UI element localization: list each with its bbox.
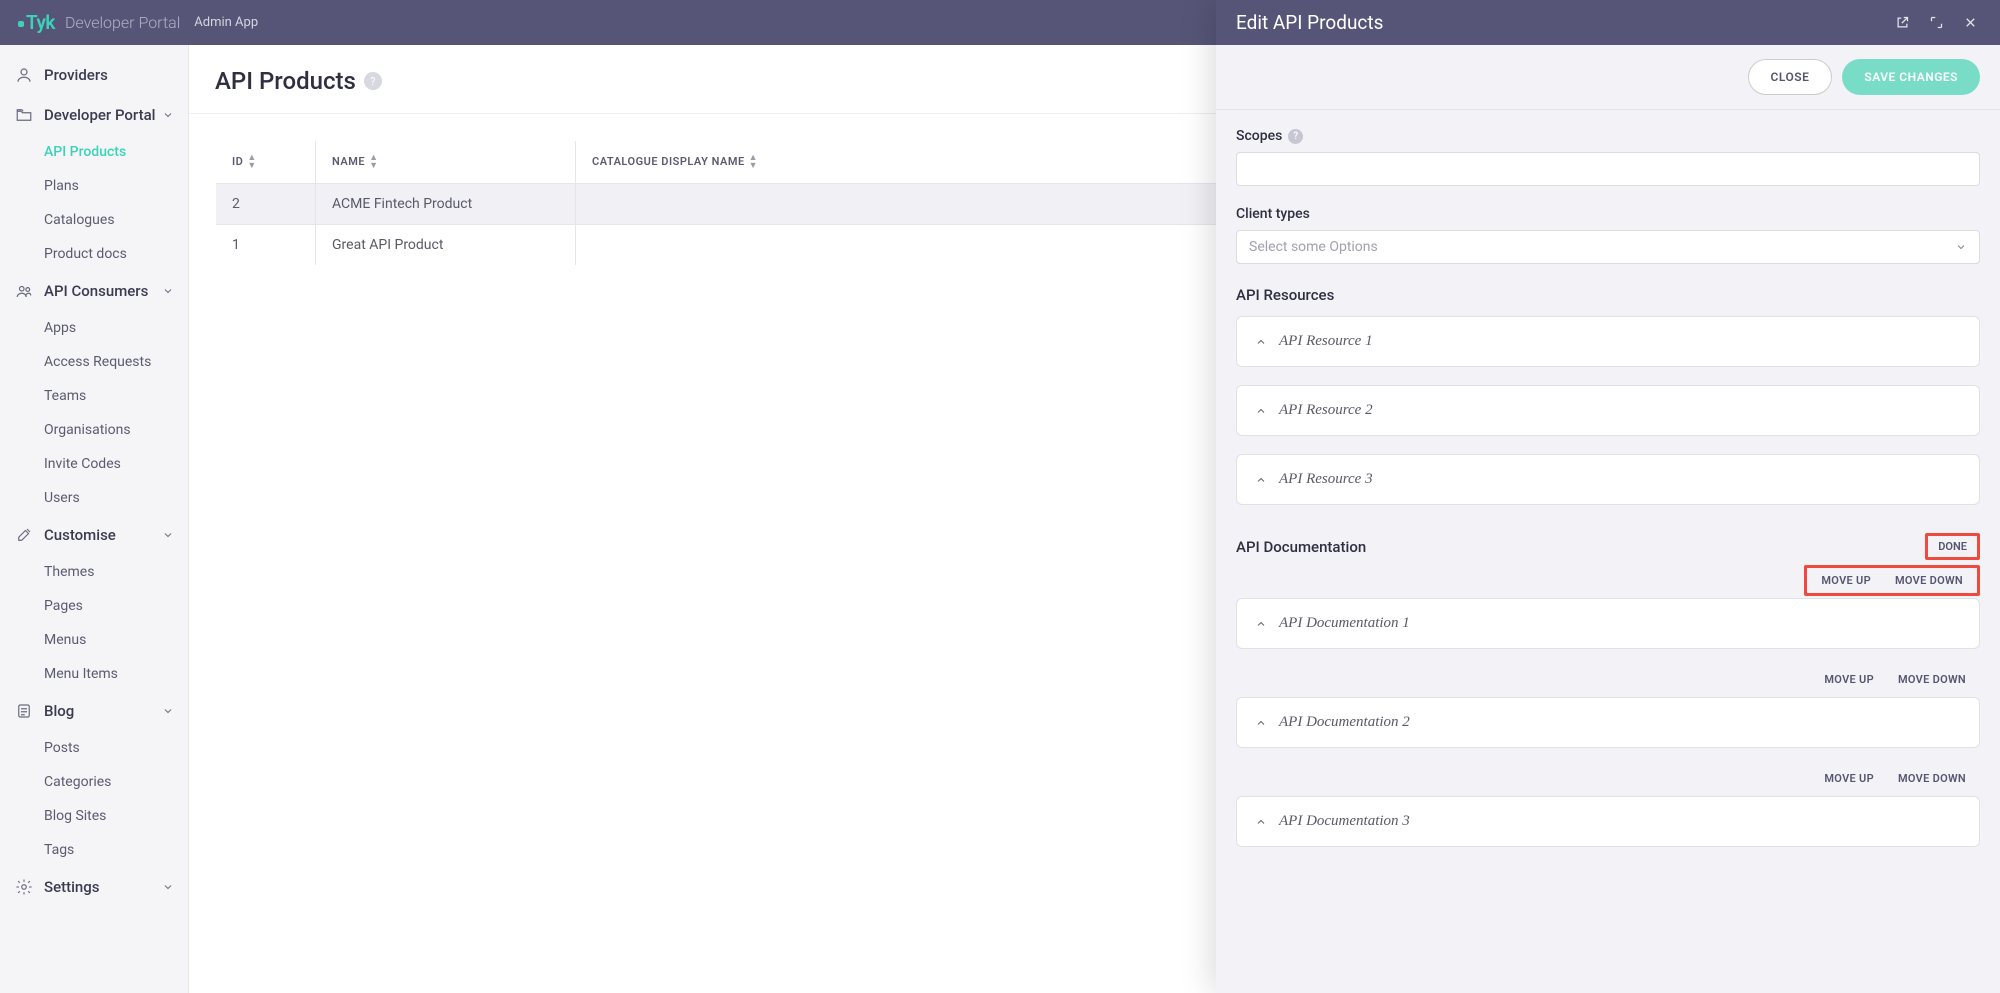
api-doc-card[interactable]: API Documentation 2 [1236,697,1980,748]
column-header-name[interactable]: NAME▲▼ [316,141,576,184]
panel-body: Scopes ? Client types Select some Option… [1216,110,2000,993]
save-button[interactable]: SAVE CHANGES [1842,59,1980,95]
chevron-down-icon [162,881,174,893]
logo: Tyk Developer Portal [18,11,180,34]
help-icon[interactable]: ? [1288,129,1303,144]
card-title: API Documentation 2 [1279,714,1410,731]
help-icon[interactable]: ? [364,72,382,90]
sidebar-item-blog-sites[interactable]: Blog Sites [34,799,188,833]
chevron-up-icon [1255,405,1267,417]
sidebar-item-api-products[interactable]: API Products [34,135,188,169]
api-doc-card[interactable]: API Documentation 1 [1236,598,1980,649]
sidebar-label: Providers [44,66,108,84]
sidebar-item-categories[interactable]: Categories [34,765,188,799]
sidebar-label: Customise [44,526,116,544]
expand-icon[interactable] [1926,13,1946,33]
sidebar-item-pages[interactable]: Pages [34,589,188,623]
sidebar-label: Settings [44,878,100,896]
close-button[interactable]: CLOSE [1748,59,1833,95]
panel-header: Edit API Products [1216,0,2000,45]
move-buttons: MOVE UP MOVE DOWN [1804,565,1980,596]
api-resource-card[interactable]: API Resource 3 [1236,454,1980,505]
chevron-up-icon [1255,816,1267,828]
card-title: API Documentation 3 [1279,813,1410,830]
sidebar-label: Developer Portal [44,106,156,124]
chevron-down-icon [162,529,174,541]
chevron-down-icon [162,285,174,297]
sidebar-item-posts[interactable]: Posts [34,731,188,765]
move-up-button[interactable]: MOVE UP [1824,772,1874,785]
sidebar-group-api-consumers[interactable]: API Consumers [0,271,188,311]
sidebar-label: API Consumers [44,282,148,300]
api-resource-card[interactable]: API Resource 1 [1236,316,1980,367]
sidebar-item-plans[interactable]: Plans [34,169,188,203]
scopes-label: Scopes ? [1236,128,1980,144]
edit-panel: Edit API Products CLOSE SAVE CHANGES Sco… [1216,0,2000,993]
folder-icon [14,105,34,125]
brush-icon [14,525,34,545]
column-header-id[interactable]: ID▲▼ [216,141,316,184]
panel-title: Edit API Products [1236,11,1878,34]
move-up-button[interactable]: MOVE UP [1824,673,1874,686]
scopes-input[interactable] [1236,152,1980,186]
document-icon [14,701,34,721]
sidebar-group-settings[interactable]: Settings [0,867,188,907]
sidebar-item-menu-items[interactable]: Menu Items [34,657,188,691]
api-docs-heading: API Documentation [1236,538,1366,556]
sort-icon: ▲▼ [247,154,256,170]
card-title: API Documentation 1 [1279,615,1410,632]
sidebar-item-access-requests[interactable]: Access Requests [34,345,188,379]
client-types-label: Client types [1236,206,1980,222]
sidebar-item-invite-codes[interactable]: Invite Codes [34,447,188,481]
card-title: API Resource 1 [1279,333,1373,350]
sidebar-item-organisations[interactable]: Organisations [34,413,188,447]
move-down-button[interactable]: MOVE DOWN [1898,772,1966,785]
chevron-down-icon [1955,241,1967,253]
sidebar-item-teams[interactable]: Teams [34,379,188,413]
card-title: API Resource 2 [1279,402,1373,419]
chevron-down-icon [162,705,174,717]
sidebar-item-catalogues[interactable]: Catalogues [34,203,188,237]
move-buttons: MOVE UP MOVE DOWN [1810,766,1980,791]
api-resource-card[interactable]: API Resource 2 [1236,385,1980,436]
move-down-button[interactable]: MOVE DOWN [1898,673,1966,686]
sidebar-item-users[interactable]: Users [34,481,188,515]
chevron-down-icon [162,109,174,121]
chevron-up-icon [1255,474,1267,486]
brand-name: Tyk [18,11,55,34]
sidebar-item-menus[interactable]: Menus [34,623,188,657]
sort-icon: ▲▼ [749,154,758,170]
close-icon[interactable] [1960,13,1980,33]
done-button[interactable]: DONE [1925,533,1980,560]
chevron-up-icon [1255,336,1267,348]
sort-icon: ▲▼ [369,154,378,170]
users-icon [14,281,34,301]
admin-app-label: Admin App [194,15,258,30]
gear-icon [14,877,34,897]
sidebar-label: Blog [44,702,74,720]
sidebar-item-product-docs[interactable]: Product docs [34,237,188,271]
sidebar-item-tags[interactable]: Tags [34,833,188,867]
api-doc-card[interactable]: API Documentation 3 [1236,796,1980,847]
api-resources-heading: API Resources [1236,286,1980,304]
brand-subtitle: Developer Portal [65,13,180,32]
sidebar-group-customise[interactable]: Customise [0,515,188,555]
sidebar-item-apps[interactable]: Apps [34,311,188,345]
move-buttons: MOVE UP MOVE DOWN [1810,667,1980,692]
page-title: API Products [215,67,356,95]
move-down-button[interactable]: MOVE DOWN [1895,574,1963,587]
chevron-up-icon [1255,717,1267,729]
sidebar-group-blog[interactable]: Blog [0,691,188,731]
client-types-select[interactable]: Select some Options [1236,230,1980,264]
user-icon [14,65,34,85]
open-external-icon[interactable] [1892,13,1912,33]
chevron-up-icon [1255,618,1267,630]
sidebar: Providers Developer Portal API Products … [0,45,189,993]
panel-actions: CLOSE SAVE CHANGES [1216,45,2000,110]
sidebar-item-providers[interactable]: Providers [0,55,188,95]
sidebar-item-themes[interactable]: Themes [34,555,188,589]
sidebar-group-developer-portal[interactable]: Developer Portal [0,95,188,135]
move-up-button[interactable]: MOVE UP [1821,574,1871,587]
card-title: API Resource 3 [1279,471,1373,488]
